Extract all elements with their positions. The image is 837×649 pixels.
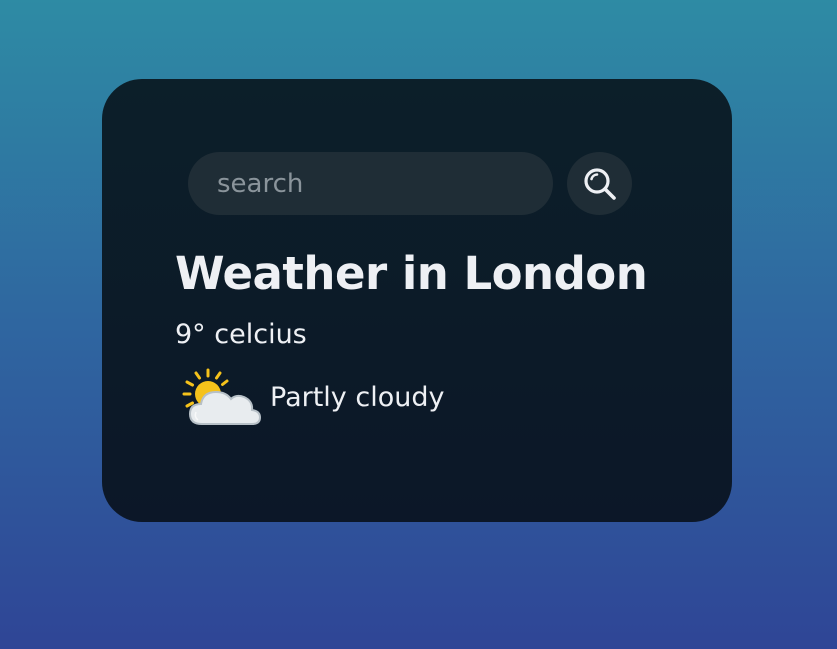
condition-row: Partly cloudy [178,364,444,430]
partly-cloudy-icon [182,368,262,425]
search-input[interactable] [188,152,553,215]
temperature-label: 9° celcius [175,319,307,350]
weather-card: Weather in London 9° celcius Partly clou… [102,79,732,522]
condition-label: Partly cloudy [270,381,445,413]
search-icon [583,167,616,200]
search-bar [188,152,632,215]
search-button[interactable] [567,152,632,215]
page-title: Weather in London [175,247,648,300]
